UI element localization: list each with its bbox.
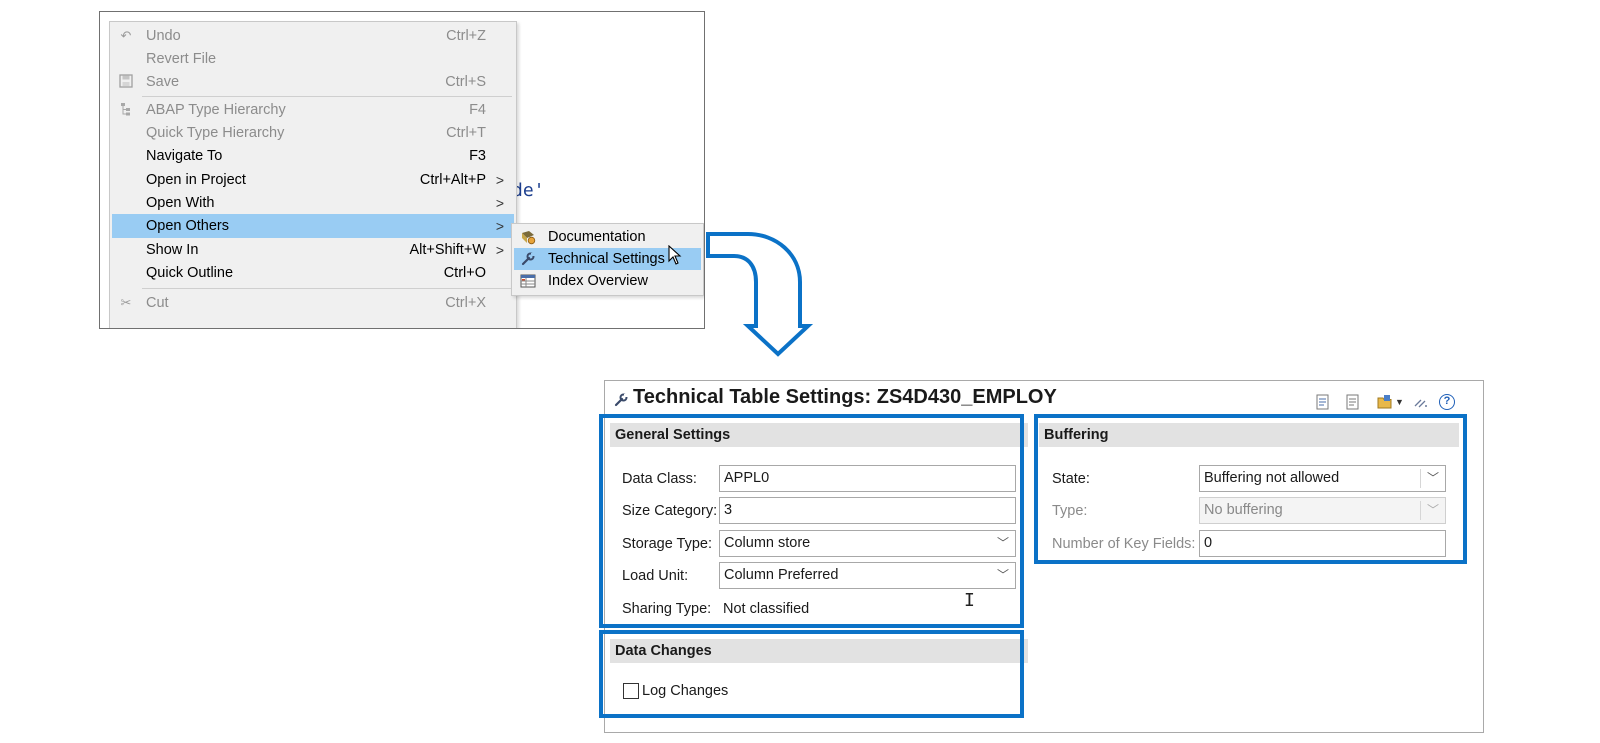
index-icon [520,273,536,289]
menu-item-revert-file[interactable]: Revert File [112,47,514,71]
submenu-item-label: Documentation [548,229,646,245]
undo-icon: ↶ [120,28,132,43]
submenu-arrow-icon: > [495,218,504,234]
menu-item-label: Open Others [146,218,230,234]
flow-arrow-icon [704,230,814,363]
menu-item-label: Show In [146,242,199,258]
wrench-icon [613,392,629,408]
submenu-arrow-icon: > [495,242,504,258]
submenu-arrow-icon: > [495,195,504,211]
menu-item-open-others[interactable]: Open Others > [112,214,514,238]
menu-item-shortcut: F4 [469,102,486,118]
menu-item-quick-outline[interactable]: Quick Outline Ctrl+O [112,261,514,285]
menu-item-abap-type-hierarchy[interactable]: ABAP Type Hierarchy F4 [112,98,514,122]
wrench-icon [520,251,536,267]
context-menu: ↶ Undo Ctrl+Z Revert File Save Ctrl+S AB… [109,21,517,328]
menu-item-label: Save [146,74,180,90]
scissors-icon: ✂ [120,295,132,310]
page-title: Technical Table Settings: ZS4D430_EMPLOY [633,386,1057,408]
menu-item-shortcut: Ctrl+T [446,125,486,141]
mouse-cursor-icon [668,244,682,270]
menu-item-open-in-project[interactable]: Open in Project Ctrl+Alt+P > [112,168,514,192]
outline-icon[interactable] [1315,394,1331,410]
menu-separator [142,288,512,289]
menu-item-label: Revert File [146,51,217,67]
menu-separator [142,96,512,97]
menu-item-open-with[interactable]: Open With > [112,191,514,215]
menu-item-undo[interactable]: ↶ Undo Ctrl+Z [112,24,514,48]
menu-item-label: Cut [146,295,169,311]
menu-item-label: Quick Outline [146,265,234,281]
menu-item-shortcut: Ctrl+S [445,74,486,90]
submenu-item-label: Index Overview [548,273,648,289]
document-icon[interactable] [1345,394,1361,410]
save-icon [118,74,134,90]
open-folder-icon[interactable] [1377,394,1393,410]
menu-item-label: ABAP Type Hierarchy [146,102,286,118]
help-icon[interactable]: ? [1439,394,1455,410]
context-menu-screenshot: de' ↶ Undo Ctrl+Z Revert File Save Ctrl+… [99,11,705,329]
menu-item-label: Open in Project [146,172,246,188]
menu-item-shortcut: Alt+Shift+W [409,242,486,258]
menu-item-label: Undo [146,28,181,44]
menu-item-navigate-to[interactable]: Navigate To F3 [112,144,514,168]
menu-item-label: Open With [146,195,215,211]
submenu-item-index-overview[interactable]: Index Overview [514,270,701,292]
general-settings-highlight [599,414,1024,628]
editor-header: Technical Table Settings: ZS4D430_EMPLOY… [605,381,1483,415]
menu-item-quick-type-hierarchy[interactable]: Quick Type Hierarchy Ctrl+T [112,121,514,145]
menu-item-shortcut: Ctrl+Z [446,28,486,44]
menu-item-label: Quick Type Hierarchy [146,125,285,141]
menu-item-shortcut: F3 [469,148,486,164]
menu-item-shortcut: Ctrl+Alt+P [419,172,486,188]
submenu-item-label: Technical Settings [548,251,665,267]
menu-item-save[interactable]: Save Ctrl+S [112,70,514,94]
menu-item-shortcut: Ctrl+O [443,265,486,281]
menu-item-shortcut: Ctrl+X [445,295,486,311]
documentation-icon [520,229,536,245]
buffering-highlight [1034,414,1467,564]
menu-item-cut[interactable]: ✂ Cut Ctrl+X [112,291,514,315]
submenu-arrow-icon: > [495,172,504,188]
menu-item-label: Navigate To [146,148,223,164]
dropdown-arrow-icon[interactable]: ▼ [1395,394,1405,410]
menu-item-show-in[interactable]: Show In Alt+Shift+W > [112,238,514,262]
link-icon[interactable] [1413,394,1429,410]
data-changes-highlight [599,630,1024,718]
hierarchy-icon [118,102,134,118]
